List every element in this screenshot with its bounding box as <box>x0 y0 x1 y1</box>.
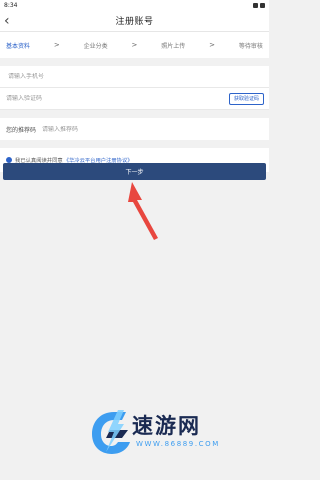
referrer-block: 您的推荐码 <box>0 118 269 140</box>
step-await-review: 等待审核 <box>238 42 263 50</box>
step-company-category: 企业分类 <box>83 42 108 50</box>
watermark-url: WWW.86889.COM <box>136 440 220 448</box>
back-chevron-icon[interactable]: ‹ <box>4 12 10 30</box>
battery-icon <box>260 2 265 8</box>
step-separator: > <box>209 41 216 49</box>
status-time: 8:34 <box>4 1 18 9</box>
step-separator: > <box>131 41 138 49</box>
header: ‹ 注册账号 <box>0 10 269 32</box>
verification-code-input[interactable] <box>6 95 156 102</box>
status-bar: 8:34 <box>0 0 269 10</box>
next-step-button[interactable]: 下一步 <box>3 163 266 180</box>
step-photo-upload: 照片上传 <box>161 42 186 50</box>
code-row: 获取验证码 <box>0 88 269 110</box>
watermark-logo <box>92 410 130 454</box>
step-separator: > <box>53 41 60 49</box>
watermark: 速游网 WWW.86889.COM <box>88 408 258 464</box>
watermark-brand: 速游网 <box>132 414 201 438</box>
referrer-row: 您的推荐码 <box>0 118 269 140</box>
step-basic-info: 基本资料 <box>6 42 31 50</box>
referrer-input[interactable] <box>42 125 193 133</box>
page-title: 注册账号 <box>115 17 154 27</box>
phone-input[interactable] <box>6 73 156 80</box>
wifi-icon <box>253 2 258 8</box>
status-icons <box>253 2 265 8</box>
pointer-arrow-icon <box>128 182 158 240</box>
phone-row <box>0 66 269 88</box>
step-indicator: 基本资料 > 企业分类 > 照片上传 > 等待审核 <box>0 32 269 58</box>
registration-form: 获取验证码 <box>0 66 269 110</box>
get-code-button[interactable]: 获取验证码 <box>228 93 264 105</box>
referrer-label: 您的推荐码 <box>6 126 37 134</box>
